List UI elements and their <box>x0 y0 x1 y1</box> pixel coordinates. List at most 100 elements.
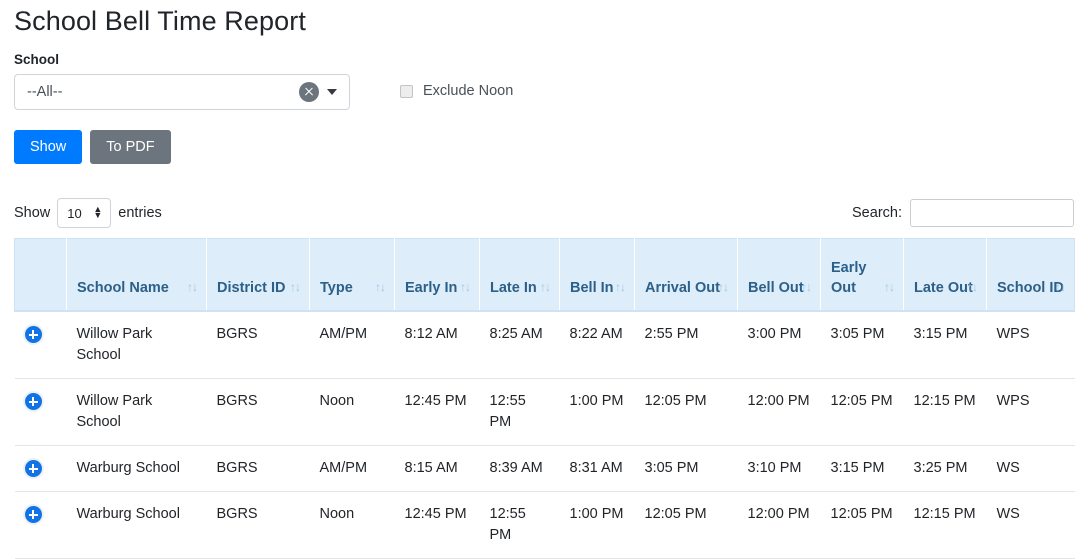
cell-late-in: 12:55 PM <box>479 378 560 446</box>
cell-bell-out: 12:00 PM <box>737 491 821 559</box>
plus-circle-icon[interactable] <box>24 506 42 524</box>
cell-district-id: BGRS <box>206 378 310 446</box>
row-expand-cell[interactable] <box>14 310 67 379</box>
col-early-in-label: Early In <box>405 279 458 296</box>
sort-icon: ↑↓ <box>187 279 198 294</box>
table-row: Willow Park School BGRS Noon 12:45 PM 12… <box>14 378 1075 446</box>
sort-icon: ↑↓ <box>290 279 301 294</box>
cell-school-id: WS <box>986 445 1075 492</box>
cell-late-in: 8:39 AM <box>479 445 560 492</box>
table-row: Warburg School BGRS AM/PM 8:15 AM 8:39 A… <box>14 445 1075 492</box>
search-label: Search: <box>852 205 902 221</box>
cell-school-name: Willow Park School <box>66 378 207 446</box>
cell-bell-in: 8:22 AM <box>559 310 635 379</box>
cell-arrival-out: 12:05 PM <box>634 378 738 446</box>
sort-icon: ↑↓ <box>615 279 626 294</box>
col-school-id-label: School ID <box>997 279 1064 296</box>
cell-type: AM/PM <box>309 310 395 379</box>
col-late-in-label: Late In <box>490 279 537 296</box>
exclude-noon-checkbox[interactable] <box>400 84 413 98</box>
col-early-in[interactable]: Early In ↑↓ <box>394 238 480 312</box>
cell-bell-out: 3:10 PM <box>737 445 821 492</box>
plus-circle-icon[interactable] <box>24 326 42 344</box>
sort-icon: ↑↓ <box>540 279 551 294</box>
cell-bell-in: 1:00 PM <box>559 491 635 559</box>
report-table-wrap: School Name ↑↓ District ID ↑↓ Type ↑↓ Ea… <box>14 238 1075 559</box>
cell-school-name: Warburg School <box>66 445 207 492</box>
cell-bell-in: 8:31 AM <box>559 445 635 492</box>
table-body: Willow Park School BGRS AM/PM 8:12 AM 8:… <box>14 310 1075 559</box>
cell-type: Noon <box>309 491 395 559</box>
col-early-out[interactable]: Early Out ↑↓ <box>820 238 904 312</box>
cell-late-out: 3:15 PM <box>903 310 987 379</box>
datatable-controls: Show 10 ▲ ▼ entries Search: <box>14 197 1074 229</box>
cell-early-out: 3:05 PM <box>820 310 904 379</box>
plus-circle-icon[interactable] <box>24 460 42 478</box>
col-late-out[interactable]: Late Out ↑↓ <box>903 238 987 312</box>
exclude-noon-group[interactable]: Exclude Noon <box>400 82 513 100</box>
cell-arrival-out: 3:05 PM <box>634 445 738 492</box>
col-type[interactable]: Type ↑↓ <box>309 238 395 312</box>
exclude-noon-label: Exclude Noon <box>423 83 514 99</box>
col-bell-in[interactable]: Bell In ↑↓ <box>559 238 635 312</box>
col-school-name[interactable]: School Name ↑↓ <box>66 238 207 312</box>
cell-early-out: 12:05 PM <box>820 491 904 559</box>
col-late-out-label: Late Out <box>914 279 973 296</box>
cell-school-id: WPS <box>986 378 1075 446</box>
cell-district-id: BGRS <box>206 445 310 492</box>
cell-early-out: 12:05 PM <box>820 378 904 446</box>
filter-area: School --All-- Exclude Noon <box>14 52 1088 110</box>
search-control: Search: <box>852 199 1074 227</box>
cell-school-name: Willow Park School <box>66 310 207 379</box>
row-expand-cell[interactable] <box>14 378 67 446</box>
report-page: School Bell Time Report School --All-- E… <box>0 4 1088 559</box>
spinner-arrows-icon: ▲ ▼ <box>93 204 103 220</box>
cell-late-out: 3:25 PM <box>903 445 987 492</box>
sort-icon: ↑↓ <box>1055 279 1066 294</box>
cell-late-out: 12:15 PM <box>903 378 987 446</box>
search-input[interactable] <box>910 199 1074 227</box>
cell-district-id: BGRS <box>206 491 310 559</box>
table-head: School Name ↑↓ District ID ↑↓ Type ↑↓ Ea… <box>14 238 1075 312</box>
cell-bell-out: 3:00 PM <box>737 310 821 379</box>
row-expand-cell[interactable] <box>14 445 67 492</box>
page-length-control: Show 10 ▲ ▼ entries <box>14 198 162 228</box>
school-select-value: --All-- <box>27 84 63 100</box>
cell-late-in: 12:55 PM <box>479 491 560 559</box>
cell-early-in: 12:45 PM <box>394 378 480 446</box>
col-bell-out-label: Bell Out <box>748 279 804 296</box>
col-district-id-label: District ID <box>217 279 286 296</box>
sort-icon: ↑↓ <box>967 279 978 294</box>
row-expand-cell[interactable] <box>14 491 67 559</box>
col-early-out-label: Early Out <box>831 259 867 296</box>
cell-early-out: 3:15 PM <box>820 445 904 492</box>
table-row: Warburg School BGRS Noon 12:45 PM 12:55 … <box>14 491 1075 559</box>
plus-circle-icon[interactable] <box>24 393 42 411</box>
table-header-row: School Name ↑↓ District ID ↑↓ Type ↑↓ Ea… <box>14 238 1075 312</box>
to-pdf-button[interactable]: To PDF <box>90 130 171 164</box>
cell-type: Noon <box>309 378 395 446</box>
col-bell-out[interactable]: Bell Out ↑↓ <box>737 238 821 312</box>
action-buttons: Show To PDF <box>14 130 1088 164</box>
col-arrival-out[interactable]: Arrival Out ↑↓ <box>634 238 738 312</box>
col-late-in[interactable]: Late In ↑↓ <box>479 238 560 312</box>
col-school-id[interactable]: School ID ↑↓ <box>986 238 1075 312</box>
col-bell-in-label: Bell In <box>570 279 614 296</box>
bell-time-table: School Name ↑↓ District ID ↑↓ Type ↑↓ Ea… <box>14 238 1075 559</box>
sort-icon: ↑↓ <box>884 279 895 294</box>
col-expander <box>14 238 67 312</box>
cell-early-in: 8:12 AM <box>394 310 480 379</box>
cell-late-in: 8:25 AM <box>479 310 560 379</box>
caret-down-icon[interactable] <box>327 89 337 95</box>
show-button[interactable]: Show <box>14 130 83 164</box>
cell-late-out: 12:15 PM <box>903 491 987 559</box>
school-field-label: School <box>14 52 60 67</box>
cell-bell-in: 1:00 PM <box>559 378 635 446</box>
sort-icon: ↑↓ <box>801 279 812 294</box>
col-district-id[interactable]: District ID ↑↓ <box>206 238 310 312</box>
cell-type: AM/PM <box>309 445 395 492</box>
col-arrival-out-label: Arrival Out <box>645 279 720 296</box>
circle-x-icon[interactable] <box>299 82 319 102</box>
school-select[interactable]: --All-- <box>14 74 350 110</box>
page-length-select[interactable]: 10 ▲ ▼ <box>57 198 112 228</box>
